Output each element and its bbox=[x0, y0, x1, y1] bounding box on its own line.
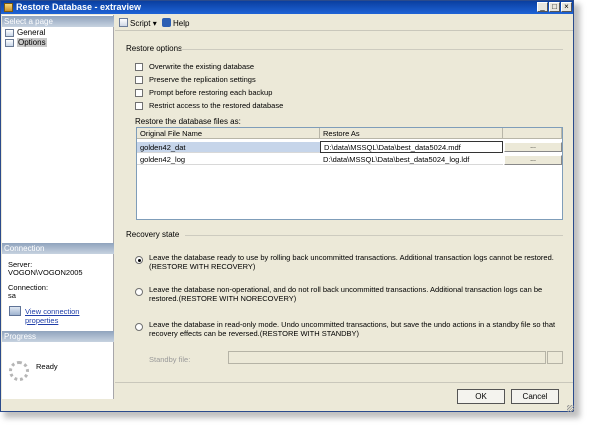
restore-with-recovery-label: Leave the database ready to use by rolli… bbox=[149, 253, 554, 271]
connection-header: Connection bbox=[2, 243, 114, 254]
restore-as-cell[interactable]: D:\data\MSSQL\Data\best_data5024_log.ldf bbox=[320, 154, 503, 165]
script-button[interactable]: Script ▾ bbox=[119, 18, 157, 28]
browse-button[interactable]: ... bbox=[504, 155, 562, 165]
database-icon bbox=[4, 3, 13, 12]
restore-database-window: Restore Database - extraview _ □ × Selec… bbox=[0, 0, 574, 412]
restore-with-standby-label: Leave the database in read-only mode. Un… bbox=[149, 320, 556, 338]
help-icon bbox=[162, 18, 171, 27]
restore-with-norecovery-label: Leave the database non-operational, and … bbox=[149, 285, 543, 303]
maximize-button[interactable]: □ bbox=[549, 2, 560, 12]
close-button[interactable]: × bbox=[561, 2, 572, 12]
restrict-access-label: Restrict access to the restored database bbox=[149, 101, 284, 110]
column-header-blank bbox=[503, 128, 562, 139]
chevron-down-icon: ▾ bbox=[152, 19, 157, 28]
minimize-button[interactable]: _ bbox=[537, 2, 548, 12]
prompt-before-restore-checkbox[interactable] bbox=[135, 89, 143, 97]
prompt-before-restore-label: Prompt before restoring each backup bbox=[149, 88, 273, 97]
column-header-restore-as[interactable]: Restore As bbox=[320, 128, 503, 139]
restore-options-title: Restore options bbox=[126, 44, 183, 53]
page-item-options[interactable]: Options bbox=[5, 38, 47, 48]
select-page-header: Select a page bbox=[2, 16, 114, 27]
divider bbox=[115, 382, 573, 383]
standby-file-label: Standby file: bbox=[149, 355, 191, 364]
progress-header: Progress bbox=[2, 331, 114, 342]
progress-spinner-icon bbox=[9, 361, 29, 381]
restore-files-label: Restore the database files as: bbox=[135, 117, 241, 126]
divider bbox=[181, 49, 563, 50]
resize-grip-icon[interactable] bbox=[567, 405, 574, 412]
page-item-label: Options bbox=[17, 38, 47, 47]
connection-properties-icon bbox=[9, 306, 21, 316]
restore-with-norecovery-radio[interactable] bbox=[135, 288, 143, 296]
restore-with-standby-radio[interactable] bbox=[135, 323, 143, 331]
original-file-cell[interactable]: golden42_dat bbox=[137, 142, 320, 153]
divider bbox=[185, 235, 563, 236]
cancel-button[interactable]: Cancel bbox=[511, 389, 559, 404]
help-label: Help bbox=[173, 19, 190, 28]
overwrite-checkbox[interactable] bbox=[135, 63, 143, 71]
recovery-state-title: Recovery state bbox=[126, 230, 180, 239]
page-icon bbox=[5, 39, 14, 47]
restore-as-input[interactable]: D:\data\MSSQL\Data\best_data5024.mdf bbox=[320, 141, 503, 153]
restrict-access-checkbox[interactable] bbox=[135, 102, 143, 110]
browse-button[interactable]: ... bbox=[504, 142, 562, 152]
preserve-replication-label: Preserve the replication settings bbox=[149, 75, 256, 84]
restore-with-recovery-radio[interactable] bbox=[135, 256, 143, 264]
page-item-label: General bbox=[17, 28, 46, 37]
standby-browse-button[interactable] bbox=[547, 351, 563, 364]
preserve-replication-checkbox[interactable] bbox=[135, 76, 143, 84]
ok-button[interactable]: OK bbox=[457, 389, 505, 404]
progress-status: Ready bbox=[36, 362, 58, 371]
original-file-cell[interactable]: golden42_log bbox=[137, 154, 320, 165]
window-title: Restore Database - extraview bbox=[16, 2, 142, 12]
help-button[interactable]: Help bbox=[162, 18, 189, 28]
page-icon bbox=[5, 29, 14, 37]
view-connection-properties-link[interactable]: View connection properties bbox=[25, 307, 113, 325]
connection-value: sa bbox=[8, 291, 16, 300]
left-pane: Select a page General Options Connection… bbox=[2, 15, 114, 399]
server-value: VOGON\VOGON2005 bbox=[8, 268, 83, 277]
script-icon bbox=[119, 18, 128, 27]
overwrite-label: Overwrite the existing database bbox=[149, 62, 255, 71]
standby-file-input[interactable] bbox=[228, 351, 546, 364]
column-header-original-file-name[interactable]: Original File Name bbox=[137, 128, 320, 139]
page-item-general[interactable]: General bbox=[5, 28, 45, 38]
title-bar[interactable]: Restore Database - extraview _ □ × bbox=[1, 1, 573, 14]
restore-files-grid[interactable]: Original File Name Restore As golden42_d… bbox=[136, 127, 563, 220]
script-label: Script bbox=[130, 19, 151, 28]
toolbar: Script ▾ Help bbox=[115, 15, 573, 31]
